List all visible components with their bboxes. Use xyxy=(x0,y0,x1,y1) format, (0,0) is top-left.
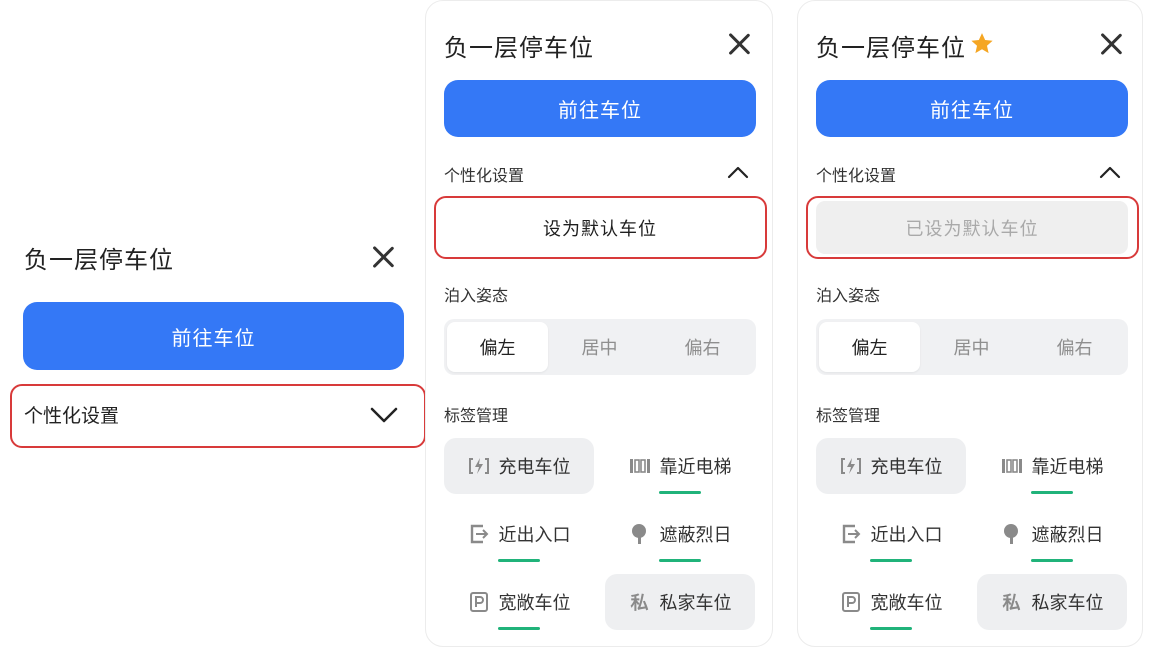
go-to-spot-button[interactable]: 前往车位 xyxy=(23,302,404,370)
selected-underline xyxy=(1031,491,1073,494)
tag-label: 私家车位 xyxy=(659,593,732,614)
tag-label: 遮蔽烈日 xyxy=(1031,525,1104,546)
set-default-button[interactable]: 设为默认车位 xyxy=(444,201,756,254)
chevron-up-icon[interactable] xyxy=(1099,165,1121,179)
close-icon[interactable] xyxy=(728,33,750,55)
tag-private[interactable]: 私 私家车位 xyxy=(977,574,1127,630)
selected-underline xyxy=(498,559,540,562)
selected-underline xyxy=(659,491,701,494)
tag-exit-entrance[interactable]: 近出入口 xyxy=(444,506,594,562)
close-icon[interactable] xyxy=(1100,33,1122,55)
exit-entrance-icon xyxy=(840,523,862,545)
tag-charging[interactable]: 充电车位 xyxy=(444,438,594,494)
tag-label: 宽敞车位 xyxy=(870,593,943,614)
selected-underline xyxy=(659,559,701,562)
personalize-label: 个性化设置 xyxy=(24,405,120,427)
elevator-icon xyxy=(629,455,651,477)
parking-p-icon xyxy=(840,591,862,613)
chevron-down-icon[interactable] xyxy=(370,407,398,423)
charging-icon xyxy=(468,455,490,477)
panel-card: 负一层停车位 前往车位 个性化设置 已设为默认车位 泊入姿态 偏左 居中 偏右 … xyxy=(797,0,1143,647)
screen-default-set: 负一层停车位 前往车位 个性化设置 已设为默认车位 泊入姿态 偏左 居中 偏右 … xyxy=(797,0,1150,647)
parking-pose-label: 泊入姿态 xyxy=(816,286,881,305)
shade-tree-icon xyxy=(629,523,651,545)
tag-label: 宽敞车位 xyxy=(498,593,571,614)
pose-option-center[interactable]: 居中 xyxy=(549,322,650,372)
personalize-label: 个性化设置 xyxy=(816,166,897,185)
personalize-label: 个性化设置 xyxy=(444,166,525,185)
tag-charging[interactable]: 充电车位 xyxy=(816,438,966,494)
tag-shade[interactable]: 遮蔽烈日 xyxy=(605,506,755,562)
tag-exit-entrance[interactable]: 近出入口 xyxy=(816,506,966,562)
selected-underline xyxy=(1031,559,1073,562)
selected-underline xyxy=(498,627,540,630)
exit-entrance-icon xyxy=(468,523,490,545)
tag-label: 近出入口 xyxy=(498,525,571,546)
tag-elevator[interactable]: 靠近电梯 xyxy=(605,438,755,494)
elevator-icon xyxy=(1001,455,1023,477)
pose-option-left[interactable]: 偏左 xyxy=(819,322,920,372)
tag-manage-label: 标签管理 xyxy=(816,406,881,425)
go-to-spot-button[interactable]: 前往车位 xyxy=(444,80,756,137)
private-icon: 私 xyxy=(1002,593,1021,614)
selected-underline xyxy=(870,559,912,562)
pose-option-center[interactable]: 居中 xyxy=(921,322,1022,372)
tag-label: 靠近电梯 xyxy=(1031,457,1104,478)
tag-shade[interactable]: 遮蔽烈日 xyxy=(977,506,1127,562)
tag-label: 充电车位 xyxy=(870,457,943,478)
pose-option-right[interactable]: 偏右 xyxy=(652,322,753,372)
default-set-button: 已设为默认车位 xyxy=(816,201,1128,254)
panel-title: 负一层停车位 xyxy=(816,34,966,62)
tag-spacious[interactable]: 宽敞车位 xyxy=(444,574,594,630)
pose-option-left[interactable]: 偏左 xyxy=(447,322,548,372)
tag-label: 私家车位 xyxy=(1031,593,1104,614)
chevron-up-icon[interactable] xyxy=(727,165,749,179)
star-icon xyxy=(971,33,993,54)
pose-segmented-control: 偏左 居中 偏右 xyxy=(816,319,1128,375)
shade-tree-icon xyxy=(1001,523,1023,545)
panel-title: 负一层停车位 xyxy=(24,246,174,274)
tag-private[interactable]: 私 私家车位 xyxy=(605,574,755,630)
parking-p-icon xyxy=(468,591,490,613)
tag-label: 遮蔽烈日 xyxy=(659,525,732,546)
tag-label: 充电车位 xyxy=(498,457,571,478)
pose-option-right[interactable]: 偏右 xyxy=(1024,322,1125,372)
parking-pose-label: 泊入姿态 xyxy=(444,286,509,305)
selected-underline xyxy=(870,627,912,630)
close-icon[interactable] xyxy=(372,246,394,268)
screen-collapsed: 负一层停车位 前往车位 个性化设置 xyxy=(0,0,426,647)
go-to-spot-button[interactable]: 前往车位 xyxy=(816,80,1128,137)
charging-icon xyxy=(840,455,862,477)
tag-spacious[interactable]: 宽敞车位 xyxy=(816,574,966,630)
tag-label: 近出入口 xyxy=(870,525,943,546)
tag-manage-label: 标签管理 xyxy=(444,406,509,425)
private-icon: 私 xyxy=(630,593,649,614)
tag-label: 靠近电梯 xyxy=(659,457,732,478)
pose-segmented-control: 偏左 居中 偏右 xyxy=(444,319,756,375)
tag-elevator[interactable]: 靠近电梯 xyxy=(977,438,1127,494)
panel-title: 负一层停车位 xyxy=(444,34,594,62)
panel-card: 负一层停车位 前往车位 个性化设置 设为默认车位 泊入姿态 偏左 居中 偏右 标… xyxy=(425,0,773,647)
screen-expanded: 负一层停车位 前往车位 个性化设置 设为默认车位 泊入姿态 偏左 居中 偏右 标… xyxy=(425,0,775,647)
